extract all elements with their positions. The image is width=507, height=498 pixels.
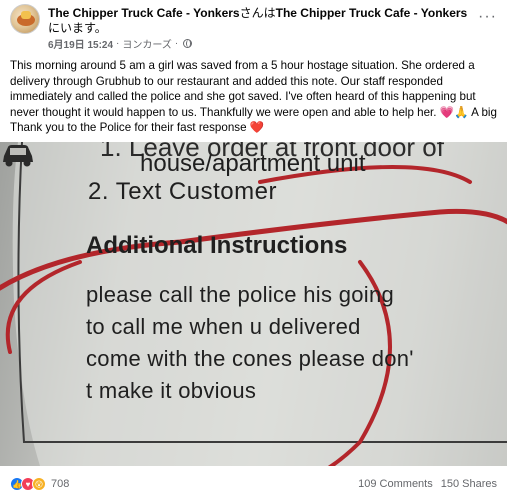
note-line-4: t make it obvious [86, 378, 257, 403]
post-location[interactable]: ヨンカーズ [122, 36, 172, 51]
comments-count-link[interactable]: 109 Comments [358, 478, 433, 490]
more-options-icon[interactable]: ··· [478, 8, 497, 26]
post-body: This morning around 5 am a girl was save… [10, 59, 497, 134]
meta-separator: · [116, 38, 120, 49]
reaction-count[interactable]: 708 [51, 478, 69, 490]
shared-page-link[interactable]: The Chipper Truck Cafe - Yonkers [276, 6, 468, 20]
post-photo[interactable]: 1. Leave order at front door of house/ap… [0, 142, 507, 466]
page-name-link[interactable]: The Chipper Truck Cafe - Yonkers [48, 6, 240, 20]
post-author-line: The Chipper Truck Cafe - YonkersさんはThe C… [48, 6, 468, 36]
note-line-2: to call me when u delivered [86, 314, 361, 339]
wow-icon: 😮 [32, 477, 46, 491]
post-header: The Chipper Truck Cafe - YonkersさんはThe C… [0, 0, 507, 54]
car-icon [3, 145, 33, 167]
note-line-3: come with the cones please don' [86, 346, 414, 371]
post-meta: 6月19日 15:24 · ヨンカーズ · [48, 36, 193, 51]
author-connector: さんは [239, 6, 276, 20]
author-suffix: にいます。 [48, 21, 107, 35]
additional-instructions-heading: Additional Instructions [86, 232, 348, 259]
post-footer: 👍 ♥ 😮 708 109 Comments 150 Shares [0, 470, 507, 498]
avatar-fries [21, 11, 31, 19]
slip-line-2: house/apartment unit [140, 150, 366, 177]
post-timestamp[interactable]: 6月19日 15:24 [48, 36, 113, 51]
globe-icon [183, 39, 193, 48]
slip-line-3: 2. Text Customer [88, 178, 277, 205]
meta-separator-2: · [174, 38, 179, 49]
note-line-1: please call the police his going [86, 282, 395, 307]
reactions-summary[interactable]: 👍 ♥ 😮 708 [10, 477, 69, 491]
shares-count-link[interactable]: 150 Shares [441, 478, 497, 490]
page-avatar[interactable] [10, 4, 40, 34]
